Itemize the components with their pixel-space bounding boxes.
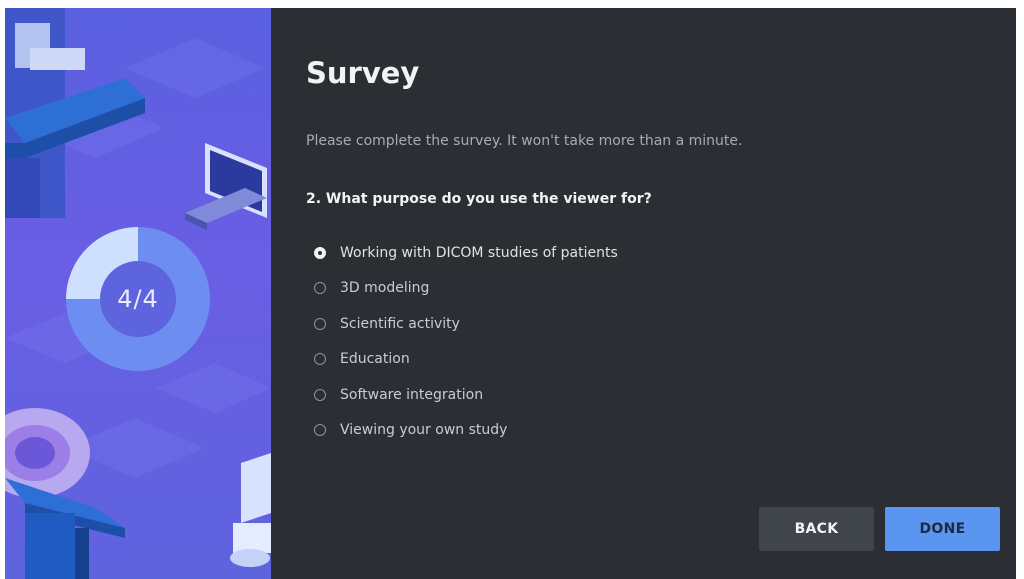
option-label: 3D modeling xyxy=(340,280,430,297)
radio-unselected-icon[interactable] xyxy=(314,317,326,330)
option-dicom-studies[interactable]: Working with DICOM studies of patients xyxy=(314,235,618,271)
radio-selected-icon[interactable] xyxy=(314,246,326,259)
option-label: Education xyxy=(340,351,410,368)
radio-unselected-icon[interactable] xyxy=(314,353,326,366)
medical-device-icon xyxy=(230,453,271,567)
radio-unselected-icon[interactable] xyxy=(314,388,326,401)
option-label: Software integration xyxy=(340,386,484,403)
survey-question: 2. What purpose do you use the viewer fo… xyxy=(306,191,652,207)
progress-label: 4/4 xyxy=(117,285,159,313)
radio-unselected-icon[interactable] xyxy=(314,282,326,295)
survey-content: Survey Please complete the survey. It wo… xyxy=(271,8,1016,579)
option-software-integration[interactable]: Software integration xyxy=(314,377,618,413)
scanner-arm-icon xyxy=(5,8,145,218)
survey-subtitle: Please complete the survey. It won't tak… xyxy=(306,133,743,149)
radio-unselected-icon[interactable] xyxy=(314,424,326,437)
illustration-panel: 4/4 xyxy=(5,8,271,579)
back-button[interactable]: BACK xyxy=(759,507,874,551)
option-label: Working with DICOM studies of patients xyxy=(340,244,618,261)
option-3d-modeling[interactable]: 3D modeling xyxy=(314,271,618,307)
answer-options: Working with DICOM studies of patients 3… xyxy=(314,235,618,448)
option-scientific-activity[interactable]: Scientific activity xyxy=(314,306,618,342)
option-label: Viewing your own study xyxy=(340,422,508,439)
computer-monitor-icon xyxy=(185,143,267,230)
survey-dialog: 4/4 Survey Please complete the survey. I… xyxy=(5,8,1016,579)
option-label: Scientific activity xyxy=(340,315,460,332)
page-title: Survey xyxy=(306,56,420,90)
option-education[interactable]: Education xyxy=(314,342,618,378)
option-viewing-own-study[interactable]: Viewing your own study xyxy=(314,413,618,449)
done-button[interactable]: DONE xyxy=(885,507,1000,551)
